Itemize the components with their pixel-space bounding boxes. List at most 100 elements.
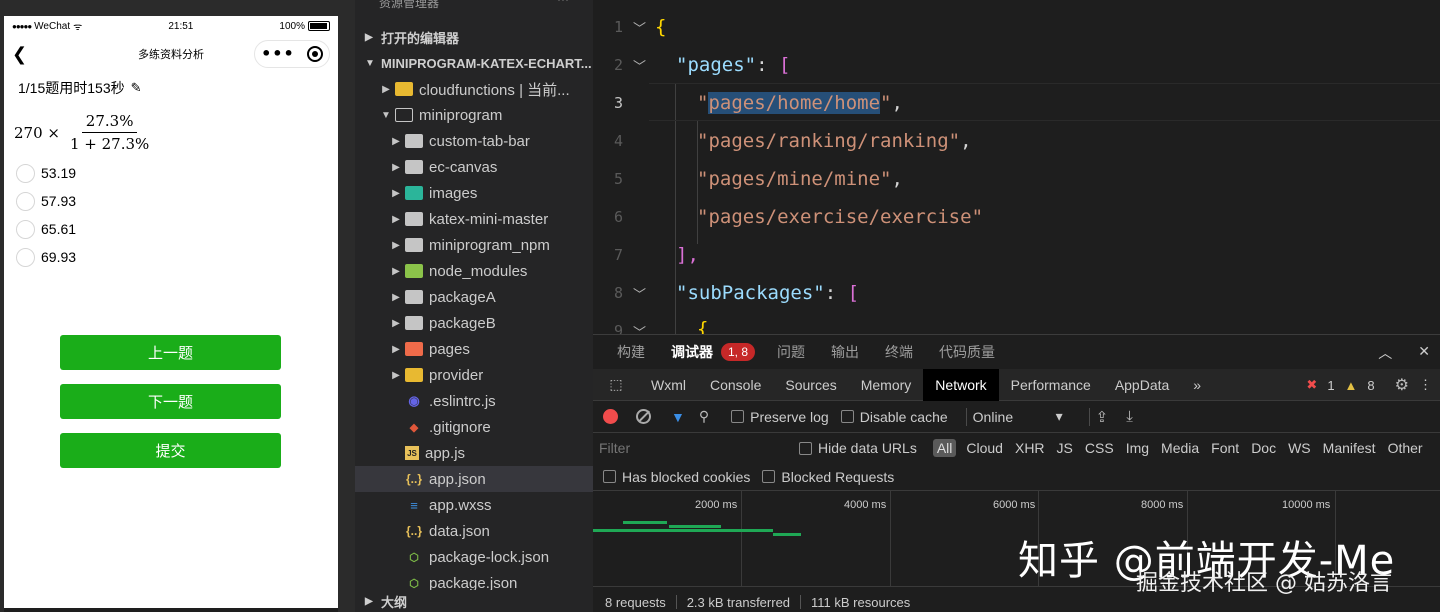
tree-item-label: pages	[429, 340, 470, 358]
upload-icon[interactable]: ⇪	[1096, 408, 1109, 426]
tab-output[interactable]: 输出	[831, 342, 859, 362]
close-icon[interactable]: ✕	[1418, 343, 1430, 363]
prev-question-button[interactable]: 上一题	[60, 335, 281, 370]
checkbox-icon[interactable]	[840, 410, 854, 423]
tree-item[interactable]: ▶ provider	[355, 362, 593, 388]
filter-type-css[interactable]: CSS	[1079, 440, 1120, 456]
inspect-icon[interactable]: ⬚	[593, 376, 639, 393]
chevron-right-icon: ▶	[365, 31, 373, 43]
tree-item[interactable]: ▶ custom-tab-bar	[355, 128, 593, 154]
submit-button[interactable]: 提交	[60, 433, 281, 468]
filter-type-manifest[interactable]: Manifest	[1317, 440, 1382, 456]
more-icon[interactable]: •••	[261, 46, 295, 62]
throttle-select[interactable]: Online ▾	[973, 408, 1063, 425]
more-tabs-icon[interactable]: »	[1181, 369, 1213, 401]
tab-build[interactable]: 构建	[617, 342, 645, 362]
filter-type-cloud[interactable]: Cloud	[960, 440, 1009, 456]
tab-memory[interactable]: Memory	[849, 369, 924, 401]
tree-item[interactable]: {..} data.json	[355, 518, 593, 544]
filter-icon[interactable]: ▼	[671, 409, 685, 425]
checkbox-icon[interactable]	[731, 410, 745, 423]
radio-icon[interactable]	[16, 219, 35, 239]
kebab-menu-icon[interactable]: ⋮	[1419, 377, 1432, 393]
tab-wxml[interactable]: Wxml	[639, 369, 698, 401]
radio-icon[interactable]	[16, 191, 35, 211]
blocked-requests-checkbox[interactable]: Blocked Requests	[762, 469, 894, 485]
download-icon[interactable]: ⤓	[1126, 408, 1133, 425]
simulator-top-bar	[0, 0, 355, 16]
tree-item[interactable]: ◆ .gitignore	[355, 414, 593, 440]
fold-chevron-icon[interactable]: ﹀	[633, 56, 646, 75]
tab-code-quality[interactable]: 代码质量	[939, 342, 995, 362]
code-editor[interactable]: 1 ﹀ 2 ﹀ 3 4 5 6 7 8 ﹀ 9 ﹀ { "pages": [ "pages/home/h…	[593, 0, 1440, 334]
tab-sources[interactable]: Sources	[773, 369, 848, 401]
more-actions-icon[interactable]: ···	[557, 0, 569, 5]
tree-item[interactable]: ▶ miniprogram_npm	[355, 232, 593, 258]
filter-type-all[interactable]: All	[932, 439, 957, 457]
error-icon[interactable]: ✖	[1306, 377, 1317, 393]
fold-chevron-icon[interactable]: ﹀	[633, 322, 646, 334]
filter-type-media[interactable]: Media	[1155, 440, 1205, 456]
tree-item[interactable]: ▶ node_modules	[355, 258, 593, 284]
tree-item[interactable]: ≡ app.wxss	[355, 492, 593, 518]
tab-performance[interactable]: Performance	[999, 369, 1103, 401]
disable-cache-checkbox[interactable]: Disable cache	[840, 409, 948, 425]
hide-data-urls-checkbox[interactable]: Hide data URLs	[799, 440, 917, 456]
fold-chevron-icon[interactable]: ﹀	[633, 284, 646, 303]
record-icon[interactable]	[603, 409, 618, 424]
filter-type-other[interactable]: Other	[1382, 440, 1429, 456]
filter-type-doc[interactable]: Doc	[1245, 440, 1282, 456]
checkbox-icon[interactable]	[603, 470, 616, 483]
pencil-icon[interactable]: ✎	[131, 80, 142, 96]
answer-option[interactable]: 53.19	[4, 159, 338, 187]
tree-item[interactable]: ▶ images	[355, 180, 593, 206]
filter-type-xhr[interactable]: XHR	[1009, 440, 1051, 456]
panel-controls: ︿ ✕	[1378, 343, 1430, 363]
preserve-log-checkbox[interactable]: Preserve log	[731, 409, 829, 425]
tree-item[interactable]: JS app.js	[355, 440, 593, 466]
answer-option[interactable]: 65.61	[4, 215, 338, 243]
tab-debugger[interactable]: 调试器	[671, 342, 713, 362]
answer-option[interactable]: 57.93	[4, 187, 338, 215]
tab-appdata[interactable]: AppData	[1103, 369, 1181, 401]
chevron-up-icon[interactable]: ︿	[1378, 343, 1392, 363]
simulator-divider[interactable]	[338, 0, 355, 612]
answer-option[interactable]: 69.93	[4, 243, 338, 271]
tree-item[interactable]: ▶ packageA	[355, 284, 593, 310]
tab-problems[interactable]: 问题	[777, 342, 805, 362]
project-section[interactable]: ▼ MINIPROGRAM-KATEX-ECHART...	[355, 50, 593, 76]
chevron-right-icon: ▶	[392, 213, 400, 225]
tree-item[interactable]: ▼ miniprogram	[355, 102, 593, 128]
tab-console[interactable]: Console	[698, 369, 773, 401]
warning-icon[interactable]: ▲	[1345, 378, 1358, 393]
checkbox-icon[interactable]	[799, 441, 812, 455]
outline-section[interactable]: ▶ 大纲	[355, 590, 593, 612]
tab-terminal[interactable]: 终端	[885, 342, 913, 362]
open-editors-section[interactable]: ▶ 打开的编辑器	[355, 24, 593, 50]
close-target-icon[interactable]	[306, 46, 323, 62]
filter-type-ws[interactable]: WS	[1282, 440, 1317, 456]
filter-input[interactable]	[599, 436, 799, 460]
tree-item[interactable]: ▶ packageB	[355, 310, 593, 336]
next-question-button[interactable]: 下一题	[60, 384, 281, 419]
tree-item[interactable]: ▶ cloudfunctions | 当前...	[355, 76, 593, 102]
filter-type-img[interactable]: Img	[1120, 440, 1155, 456]
tab-network[interactable]: Network	[923, 368, 999, 401]
blocked-cookies-checkbox[interactable]: Has blocked cookies	[603, 469, 750, 485]
filter-type-font[interactable]: Font	[1205, 440, 1245, 456]
search-icon[interactable]: ⚲	[699, 408, 709, 425]
tree-item[interactable]: {..} app.json	[355, 466, 593, 492]
tree-item[interactable]: ▶ katex-mini-master	[355, 206, 593, 232]
filter-type-js[interactable]: JS	[1051, 440, 1079, 456]
tree-item[interactable]: ▶ ec-canvas	[355, 154, 593, 180]
radio-icon[interactable]	[16, 247, 35, 267]
fold-chevron-icon[interactable]: ﹀	[633, 18, 646, 37]
tree-item[interactable]: ⬡ package-lock.json	[355, 544, 593, 570]
clear-icon[interactable]	[636, 409, 651, 424]
gear-icon[interactable]: ⚙	[1395, 375, 1409, 395]
checkbox-icon[interactable]	[762, 470, 776, 483]
back-arrow-icon[interactable]: ❮	[4, 44, 32, 65]
radio-icon[interactable]	[16, 163, 35, 183]
tree-item[interactable]: ▶ pages	[355, 336, 593, 362]
tree-item[interactable]: ◉ .eslintrc.js	[355, 388, 593, 414]
